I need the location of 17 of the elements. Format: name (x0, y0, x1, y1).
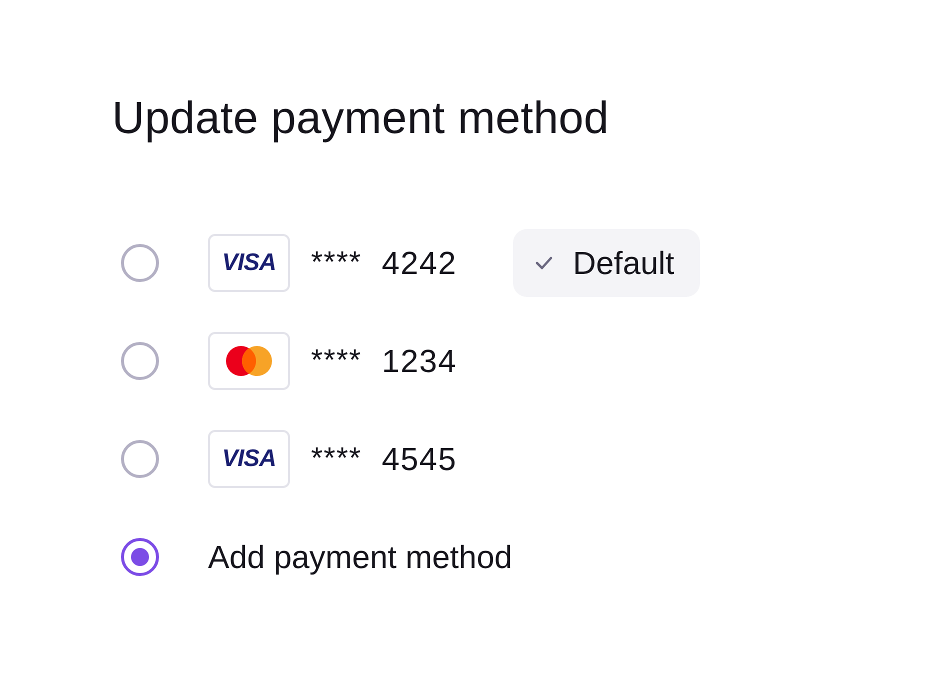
card-number: 4545 (382, 440, 457, 478)
radio-button[interactable] (121, 538, 159, 576)
card-number: 1234 (382, 342, 457, 380)
card-number: 4242 (382, 244, 457, 282)
card-logo-icon (208, 332, 290, 390)
card-logo: VISA (208, 430, 290, 488)
card-mask: **** (311, 246, 362, 280)
badge-label: Default (572, 244, 674, 282)
page-title: Update payment method (112, 91, 610, 145)
radio-button[interactable] (121, 244, 159, 282)
add-payment-label[interactable]: Add payment method (208, 538, 512, 576)
card-logo: VISA (208, 234, 290, 292)
card-mask: **** (311, 344, 362, 378)
radio-button[interactable] (121, 342, 159, 380)
card-mask: **** (311, 442, 362, 476)
radio-button[interactable] (121, 440, 159, 478)
check-icon (534, 256, 553, 270)
